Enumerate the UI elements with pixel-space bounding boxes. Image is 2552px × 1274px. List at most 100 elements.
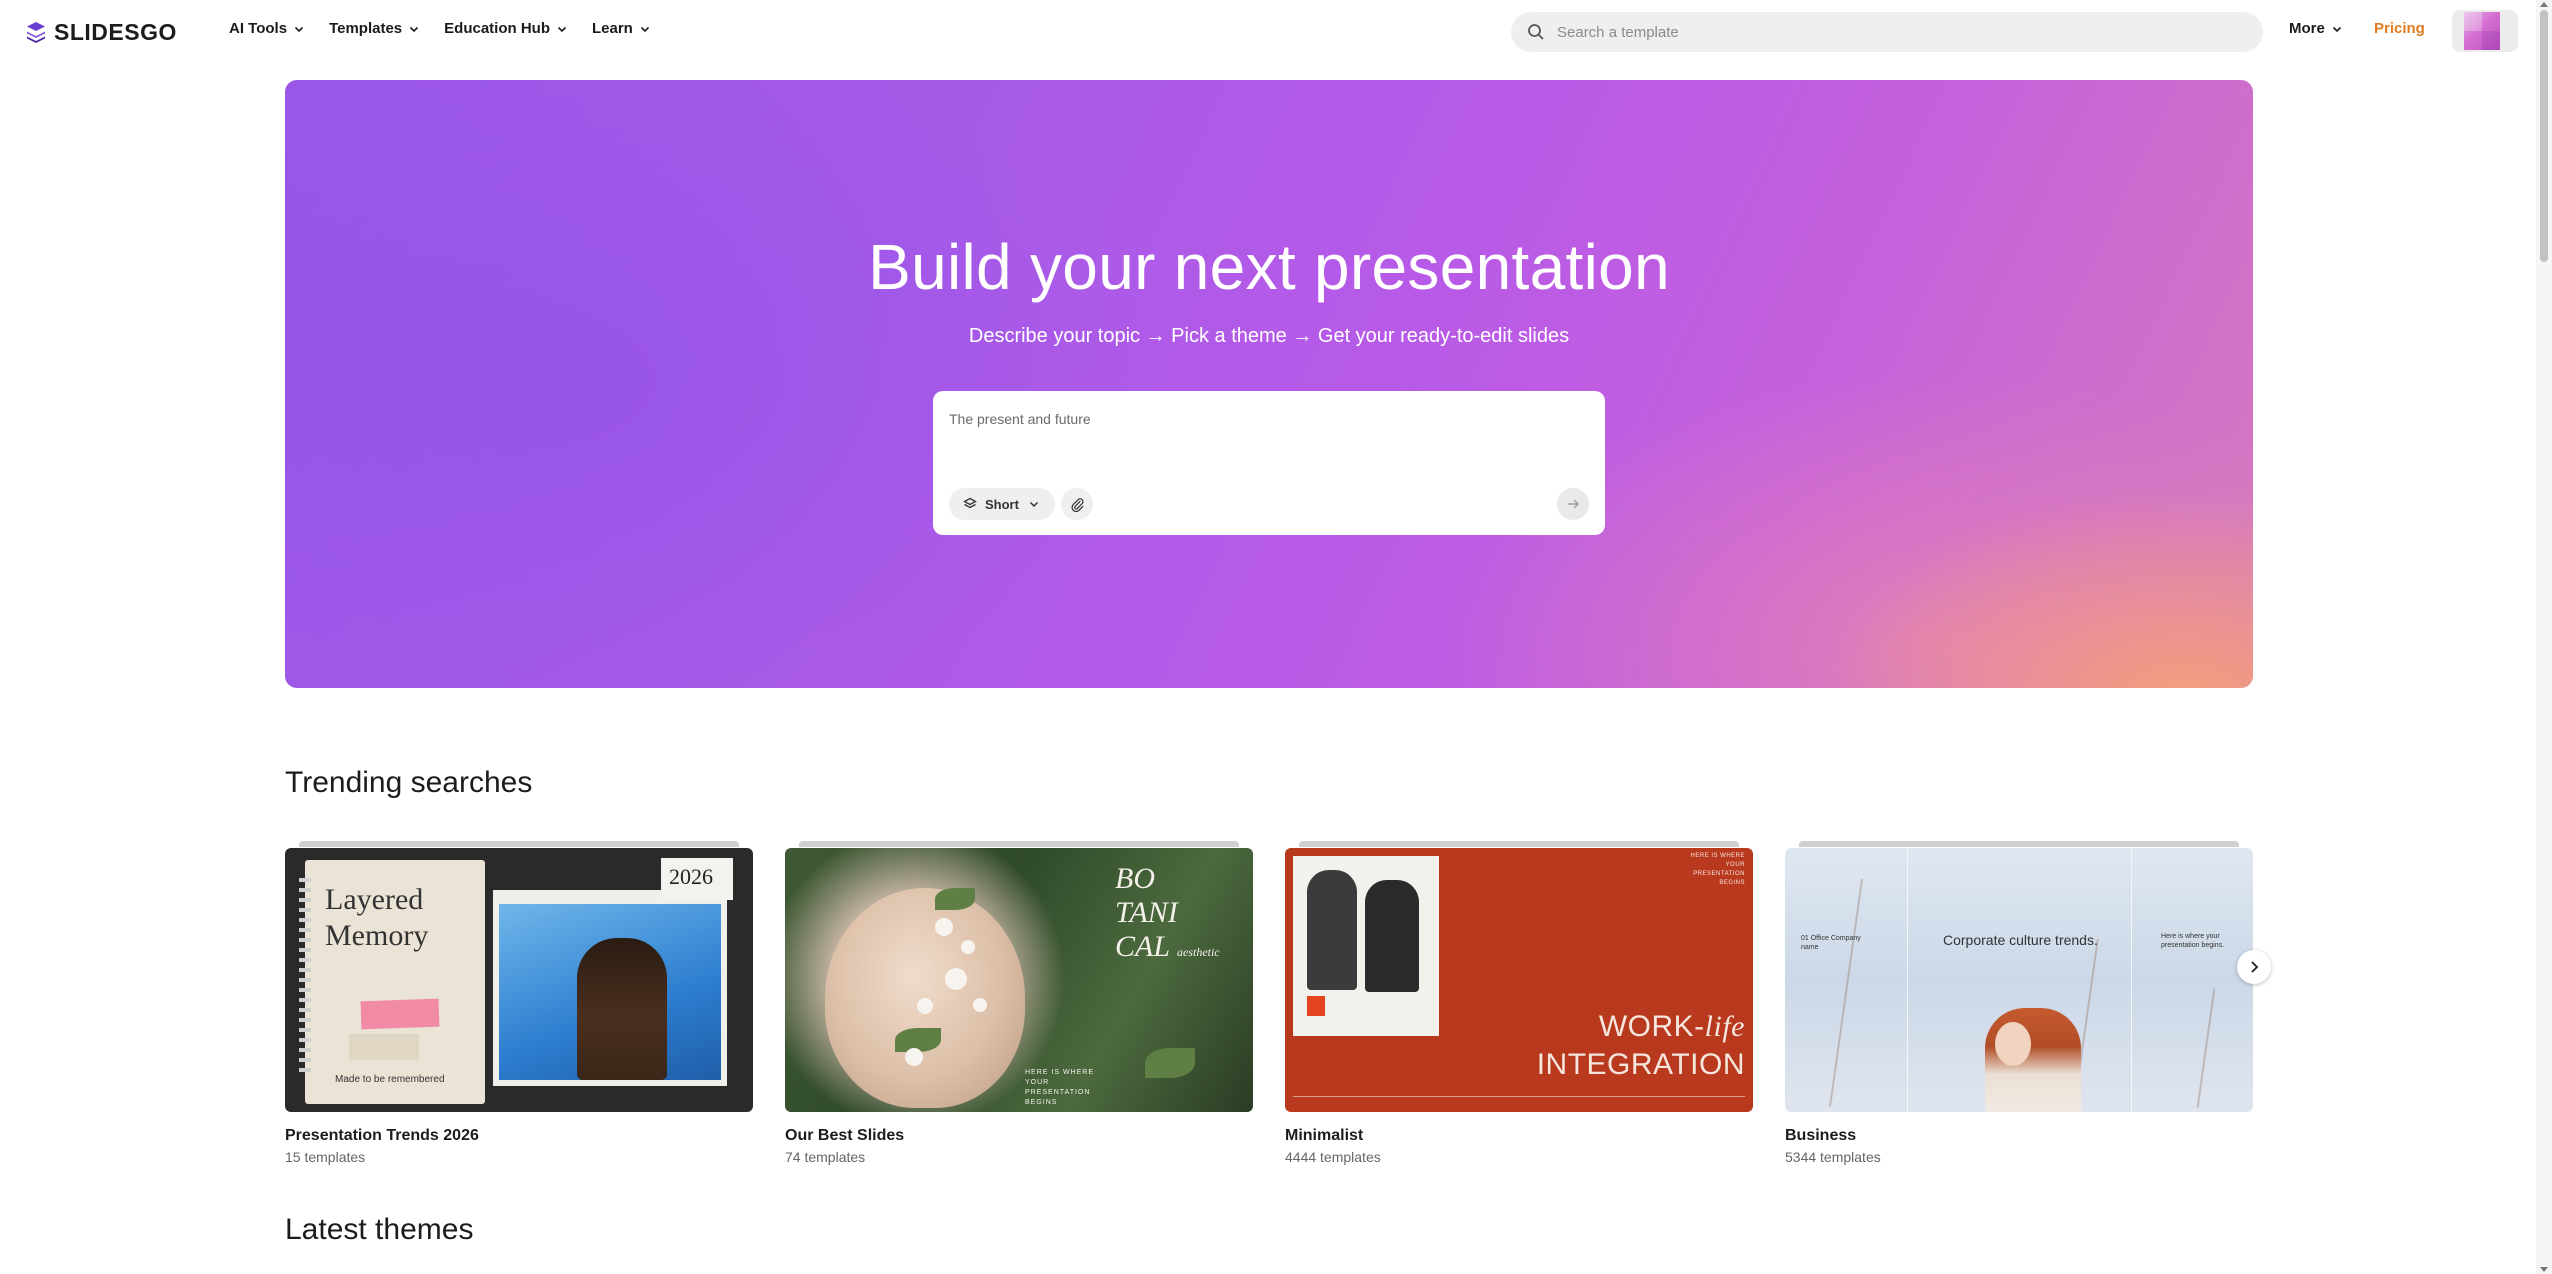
thumb-title-word: CAL: [1115, 930, 1170, 963]
thumb-title-line: BO: [1115, 862, 1155, 895]
thumb-badge: 2026: [661, 858, 733, 900]
card-count: 5344 templates: [1785, 1149, 1881, 1165]
main-menu: AI Tools Templates Education Hub Learn: [229, 20, 675, 37]
template-search[interactable]: [1511, 12, 2263, 52]
card-stack-edge: [1299, 841, 1739, 847]
hero-banner: Build your next presentation Describe yo…: [285, 80, 2253, 688]
thumb-title-line: WORK-life: [1537, 1008, 1745, 1046]
thumb-cup: [1307, 996, 1325, 1016]
card-title[interactable]: Business: [1785, 1127, 1856, 1145]
top-navigation: SLIDESGO AI Tools Templates Education Hu…: [0, 0, 2536, 64]
avatar-tile: [2464, 12, 2482, 31]
card-title[interactable]: Presentation Trends 2026: [285, 1127, 479, 1145]
scroll-down-arrow[interactable]: [2540, 1267, 2548, 1272]
card-stack-edge: [299, 841, 739, 847]
card-thumbnail: Layered Memory Made to be remembered 202…: [285, 848, 753, 1112]
search-icon: [1528, 24, 1544, 40]
page-scrollbar[interactable]: [2536, 0, 2552, 1274]
thumb-small-text: Here is where your presentation begins.: [2161, 933, 2225, 949]
thumb-person: [1307, 870, 1357, 990]
nav-more-label: More: [2289, 20, 2325, 37]
chevron-right-icon: [2251, 961, 2259, 973]
thumb-leaf: [1145, 1048, 1195, 1078]
thumb-title-line: Memory: [325, 919, 429, 952]
thumb-title: Corporate culture trends.: [1943, 932, 2098, 948]
thumb-flower: [917, 998, 933, 1014]
prompt-input[interactable]: The present and future: [949, 411, 1091, 427]
nav-templates[interactable]: Templates: [329, 20, 421, 37]
thumb-flower: [935, 918, 953, 936]
thumb-title-line: INTEGRATION: [1536, 1048, 1745, 1081]
thumb-leaf: [935, 888, 975, 910]
hero-title: Build your next presentation: [868, 231, 1670, 303]
thumb-divider: [1293, 1096, 1745, 1097]
thumb-small-text: HERE IS WHERE YOUR PRESENTATION BEGINS: [1690, 853, 1745, 886]
thumb-grass: [2196, 988, 2216, 1108]
hero-subtitle: Describe your topic → Pick a theme → Get…: [968, 325, 1570, 347]
length-selector[interactable]: Short: [949, 488, 1055, 520]
thumb-face: [1995, 1022, 2031, 1066]
thumb-title: Layered Memory: [325, 882, 428, 954]
chevron-down-icon: [1029, 501, 1038, 508]
thumb-sticky-note: [349, 1034, 419, 1060]
avatar-tile: [2482, 31, 2500, 50]
nav-ai-tools-label: AI Tools: [229, 20, 288, 37]
scroll-up-arrow[interactable]: [2540, 2, 2548, 7]
carousel-next-button[interactable]: [2237, 950, 2271, 984]
card-count: 4444 templates: [1285, 1149, 1381, 1165]
nav-education-hub-label: Education Hub: [444, 20, 550, 37]
card-count: 15 templates: [285, 1149, 366, 1165]
nav-templates-label: Templates: [329, 20, 403, 37]
card-thumbnail: BO TANI CAL aesthetic HERE IS WHERE YOUR…: [785, 848, 1253, 1112]
thumb-spiral-rings: [299, 878, 311, 1078]
thumb-flower: [961, 940, 975, 954]
search-input[interactable]: [1557, 23, 2237, 41]
thumb-caption: Made to be remembered: [335, 1074, 445, 1085]
nav-learn[interactable]: Learn: [592, 20, 652, 37]
slidesgo-logo[interactable]: SLIDESGO: [24, 18, 177, 46]
attach-file-button[interactable]: [1061, 488, 1093, 520]
slidesgo-logo-icon: [27, 22, 45, 43]
scrollbar-thumb[interactable]: [2540, 10, 2548, 262]
card-thumbnail: HERE IS WHERE YOUR PRESENTATION BEGINS W…: [1285, 848, 1753, 1112]
chevron-down-icon: [410, 26, 419, 32]
chevron-down-icon: [294, 26, 304, 32]
thumb-sticky-note: [360, 998, 440, 1030]
thumb-title: BO TANI CAL aesthetic: [1115, 862, 1220, 969]
thumb-person: [1365, 880, 1419, 992]
thumb-divider: [2131, 848, 2132, 1112]
card-stack-edge: [799, 841, 1239, 847]
user-avatar[interactable]: [2452, 10, 2518, 52]
card-thumbnail: Corporate culture trends. 01 Office Comp…: [1785, 848, 2253, 1112]
chevron-down-icon: [557, 26, 567, 32]
thumb-title-line: CAL aesthetic: [1115, 930, 1220, 969]
thumb-title-word: life: [1704, 1010, 1745, 1043]
thumb-title-line: Layered: [325, 883, 424, 916]
thumb-subtitle: aesthetic: [1176, 945, 1220, 959]
thumb-flower: [973, 998, 987, 1012]
thumb-grass: [1829, 878, 1863, 1108]
nav-ai-tools[interactable]: AI Tools: [229, 20, 306, 37]
nav-education-hub[interactable]: Education Hub: [444, 20, 569, 37]
thumb-title-word: WORK-: [1598, 1010, 1705, 1043]
card-title[interactable]: Minimalist: [1285, 1127, 1363, 1145]
thumb-divider: [1907, 848, 1908, 1112]
length-selector-label: Short: [985, 496, 1019, 512]
card-count: 74 templates: [785, 1149, 866, 1165]
paperclip-icon: [1070, 497, 1084, 512]
chevron-down-icon: [2332, 26, 2341, 32]
card-title[interactable]: Our Best Slides: [785, 1127, 904, 1145]
thumb-title-line: TANI: [1115, 896, 1178, 929]
nav-pricing-link[interactable]: Pricing: [2374, 20, 2425, 37]
nav-learn-label: Learn: [591, 20, 633, 37]
generate-button[interactable]: [1557, 488, 1589, 520]
logo-text: SLIDESGO: [54, 18, 177, 45]
thumb-flower: [945, 968, 967, 990]
ai-prompt-box[interactable]: The present and future Short: [933, 391, 1605, 535]
layers-icon: [963, 497, 977, 509]
card-stack-edge: [1799, 841, 2239, 847]
nav-more[interactable]: More: [2289, 20, 2344, 37]
thumb-person: [1985, 1008, 2081, 1112]
thumb-flower: [905, 1048, 923, 1066]
latest-themes-heading: Latest themes: [285, 1213, 474, 1246]
